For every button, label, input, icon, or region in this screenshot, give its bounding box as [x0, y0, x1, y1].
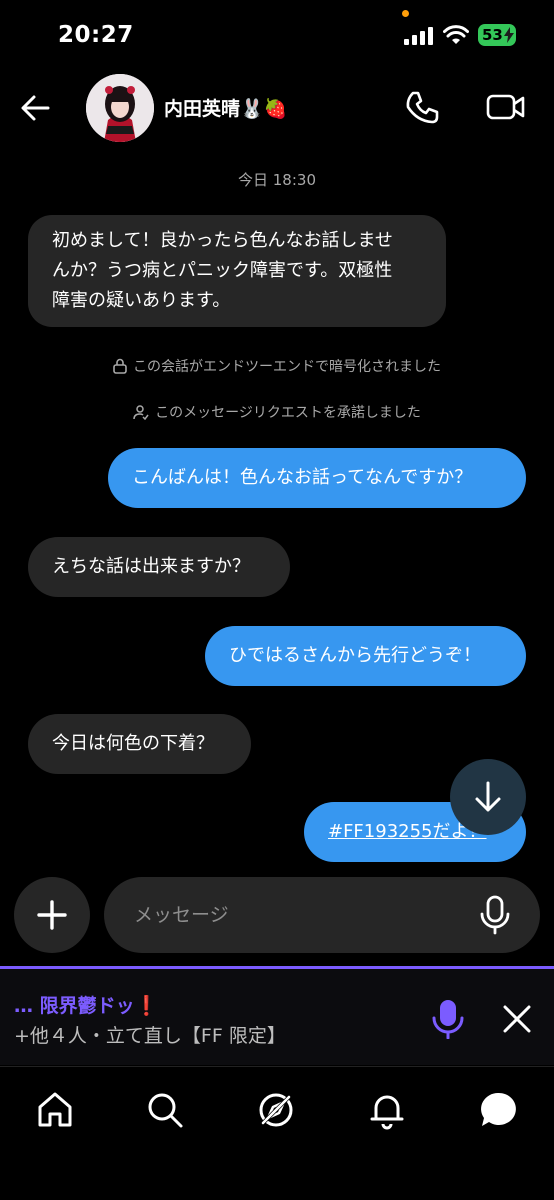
message-input[interactable] [134, 877, 464, 953]
live-room-banner[interactable]: … 限界鬱ドッ❗ +他４人・立て直し【FF 限定】 [0, 969, 554, 1065]
tab-notifications[interactable] [364, 1087, 410, 1133]
status-time: 20:27 [58, 22, 134, 48]
message-bubble-incoming[interactable]: えちな話は出来ますか？ [28, 537, 290, 597]
avatar-image [86, 74, 154, 142]
avatar[interactable] [86, 74, 154, 142]
message-text-line: 初めまして！良かったら色んなお話しませ [52, 230, 393, 251]
plus-icon [37, 900, 67, 930]
arrow-down-icon [475, 781, 501, 812]
notifications-icon [370, 1095, 404, 1130]
live-microphone-icon[interactable] [430, 999, 466, 1039]
message-text: えちな話は出来ますか？ [52, 556, 250, 577]
message-bubble-outgoing[interactable]: ひではるさんから先行どうぞ！ [205, 626, 526, 686]
contact-name[interactable]: 内田英晴🐰🍓 [164, 94, 287, 121]
message-text: ひではるさんから先行どうぞ！ [229, 645, 481, 666]
search-icon [148, 1093, 183, 1128]
live-room-title: … 限界鬱ドッ❗ [14, 995, 159, 1017]
chat-header: 内田英晴🐰🍓 [0, 70, 554, 150]
home-icon [38, 1092, 72, 1127]
explore-icon [259, 1093, 293, 1127]
messages-icon [481, 1092, 516, 1126]
scroll-to-bottom-button[interactable] [450, 759, 526, 835]
encryption-notice: この会話がエンドツーエンドで暗号化されました [0, 356, 554, 376]
add-attachment-button[interactable] [14, 877, 90, 953]
charging-bolt-icon [504, 27, 514, 43]
privacy-indicator-dot [402, 10, 409, 17]
microphone-icon[interactable] [478, 895, 512, 935]
message-bubble-outgoing[interactable]: こんばんは！色んなお話ってなんですか？ [108, 448, 526, 508]
request-accepted-notice: このメッセージリクエストを承諾しました [0, 402, 554, 422]
bottom-tab-bar [0, 1067, 554, 1200]
phone-icon[interactable] [404, 89, 440, 125]
message-text: 今日は何色の下着？ [52, 733, 214, 754]
live-room-subtitle: +他４人・立て直し【FF 限定】 [14, 1025, 286, 1047]
video-camera-icon[interactable] [486, 91, 526, 123]
message-text: こんばんは！色んなお話ってなんですか？ [132, 467, 473, 488]
lock-icon [113, 358, 127, 374]
close-icon[interactable] [500, 1002, 534, 1036]
message-text-line: 障害の疑いあります。 [52, 290, 231, 311]
cellular-signal-icon [404, 27, 433, 45]
chat-timestamp: 今日 18:30 [238, 171, 316, 189]
message-bubble-incoming[interactable]: 今日は何色の下着？ [28, 714, 251, 774]
message-bubble-incoming[interactable]: 初めまして！良かったら色んなお話しませ んか？うつ病とパニック障害です。双極性 … [28, 215, 446, 327]
encryption-notice-text: この会話がエンドツーエンドで暗号化されました [133, 359, 441, 375]
person-check-icon [133, 405, 149, 420]
tab-explore[interactable] [253, 1087, 299, 1133]
message-text-line: んか？うつ病とパニック障害です。双極性 [52, 260, 393, 281]
arrow-left-icon[interactable] [18, 90, 54, 126]
message-composer [104, 877, 540, 953]
status-bar: 20:27 53 [0, 0, 554, 70]
tab-messages[interactable] [475, 1087, 521, 1133]
wifi-icon [443, 25, 469, 44]
battery-indicator: 53 [478, 24, 516, 46]
tab-search[interactable] [142, 1087, 188, 1133]
request-accepted-text: このメッセージリクエストを承諾しました [155, 405, 421, 421]
tab-home[interactable] [32, 1087, 78, 1133]
battery-level: 53 [482, 26, 503, 44]
